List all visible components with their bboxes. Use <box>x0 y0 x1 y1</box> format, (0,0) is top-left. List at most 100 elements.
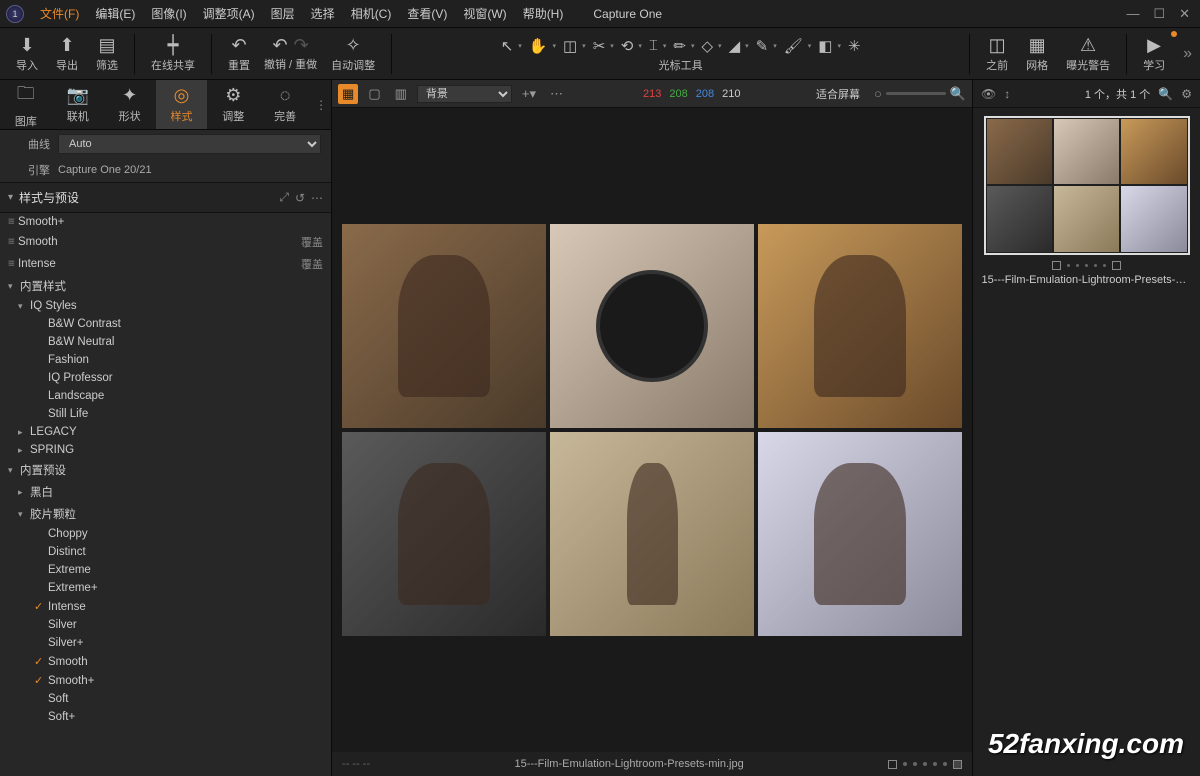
tabs-more-icon[interactable]: ⋮ <box>311 80 331 129</box>
thumb-rating[interactable] <box>1052 261 1121 270</box>
menu-select[interactable]: 选择 <box>303 5 343 22</box>
preset-item[interactable]: ✓Smooth <box>0 652 331 671</box>
panel-more-icon[interactable]: ⋯ <box>311 191 323 205</box>
fit-screen-label[interactable]: 适合屏幕 <box>816 86 860 102</box>
preset-item[interactable]: Choppy <box>0 525 331 543</box>
tab-styles[interactable]: ◎样式 <box>156 80 208 129</box>
preset-item[interactable]: Silver <box>0 616 331 634</box>
browser-toolbar: 👁 ↕ 1 个，共 1 个 🔍 ⚙ <box>973 80 1200 108</box>
settings-icon[interactable]: ⚙ <box>1181 87 1192 101</box>
menu-edit[interactable]: 编辑(E) <box>87 5 143 22</box>
preset-item[interactable]: ✓Smooth+ <box>0 671 331 690</box>
exposure-warning-button[interactable]: ⚠曝光警告 <box>1058 33 1118 75</box>
search-icon[interactable]: 🔍 <box>1158 87 1173 101</box>
preset-item[interactable]: ≡Intense覆盖 <box>0 253 331 275</box>
heal-tool-icon[interactable]: ◇ <box>699 35 717 57</box>
view-mode-single-icon[interactable]: ▢ <box>364 84 384 104</box>
tree-group-legacy[interactable]: ▸LEGACY <box>0 423 331 441</box>
view-mode-multi-icon[interactable]: ▥ <box>391 84 411 104</box>
rotate-tool-icon[interactable]: ⟲ <box>618 35 637 57</box>
style-item[interactable]: Landscape <box>0 387 331 405</box>
view-mode-grid-icon[interactable]: ▦ <box>338 84 358 104</box>
minimize-button[interactable]: — <box>1126 6 1139 22</box>
redo-button[interactable]: ↷ <box>294 35 309 56</box>
style-item[interactable]: Still Life <box>0 405 331 423</box>
menu-file[interactable]: 文件(F) <box>32 5 87 22</box>
eyedropper-tool-icon[interactable]: ✎ <box>753 35 772 57</box>
rgb-b: 208 <box>696 88 714 100</box>
tab-library[interactable]: 🗀图库 <box>0 80 52 129</box>
preset-item[interactable]: ✓Intense <box>0 597 331 616</box>
style-item[interactable]: Fashion <box>0 351 331 369</box>
tree-group-iq-styles[interactable]: ▾IQ Styles <box>0 297 331 315</box>
menu-help[interactable]: 帮助(H) <box>515 5 572 22</box>
reset-button[interactable]: ↶重置 <box>220 33 258 75</box>
process-icon[interactable]: ✳ <box>845 35 864 57</box>
tab-adjust[interactable]: ⚙调整 <box>207 80 259 129</box>
tree-group-builtin-presets[interactable]: ▾内置预设 <box>0 459 331 481</box>
tree-group-builtin-styles[interactable]: ▾内置样式 <box>0 275 331 297</box>
tree-group-bw[interactable]: ▸黑白 <box>0 481 331 503</box>
menu-camera[interactable]: 相机(C) <box>343 5 400 22</box>
panel-reset-icon[interactable]: ↺ <box>295 191 305 205</box>
mask-tool-icon[interactable]: ◢ <box>726 35 744 57</box>
thumb-filename: 15---Film-Emulation-Lightroom-Presets-mi… <box>982 274 1192 286</box>
style-item[interactable]: IQ Professor <box>0 369 331 387</box>
image-viewer[interactable] <box>332 108 972 752</box>
eraser-tool-icon[interactable]: ◧ <box>815 35 835 57</box>
menu-adjust[interactable]: 调整项(A) <box>195 5 263 22</box>
close-button[interactable]: ✕ <box>1179 6 1190 22</box>
tab-refine[interactable]: ◌完善 <box>259 80 311 129</box>
maximize-button[interactable]: ☐ <box>1153 6 1165 22</box>
undo-button[interactable]: ↶ <box>272 35 287 56</box>
menu-view[interactable]: 查看(V) <box>399 5 455 22</box>
preset-item[interactable]: Extreme <box>0 561 331 579</box>
style-item[interactable]: B&W Contrast <box>0 315 331 333</box>
tab-shape[interactable]: ✦形状 <box>104 80 156 129</box>
eye-icon[interactable]: 👁 <box>981 87 996 101</box>
layer-select[interactable]: 背景 <box>417 85 512 103</box>
chevron-down-icon: ▾ <box>8 192 13 203</box>
panel-expand-icon[interactable]: ⤢ <box>279 190 289 205</box>
thumbnail[interactable] <box>984 116 1190 255</box>
style-item[interactable]: B&W Neutral <box>0 333 331 351</box>
loupe-tool-icon[interactable]: ◫ <box>560 35 580 57</box>
preset-item[interactable]: ≡Smooth+ <box>0 213 331 231</box>
preset-item[interactable]: Soft+ <box>0 708 331 726</box>
zoom-out-icon[interactable]: ○ <box>874 86 882 101</box>
spot-tool-icon[interactable]: ✏ <box>670 35 689 57</box>
brush-tool-icon[interactable]: 🖌 <box>781 35 806 57</box>
preset-item[interactable]: Soft <box>0 690 331 708</box>
share-button[interactable]: ┿在线共享 <box>143 33 203 75</box>
zoom-slider[interactable] <box>886 92 946 95</box>
menu-image[interactable]: 图像(I) <box>143 5 194 22</box>
filter-button[interactable]: ▤筛选 <box>88 33 126 75</box>
import-button[interactable]: ⬇导入 <box>8 33 46 75</box>
export-button[interactable]: ⬆导出 <box>48 33 86 75</box>
keystone-tool-icon[interactable]: ⌶ <box>646 35 661 56</box>
learn-button[interactable]: ▶学习 <box>1135 33 1173 75</box>
layer-more-icon[interactable]: ⋯ <box>546 84 567 104</box>
styles-panel-header[interactable]: ▾ 样式与预设 ⤢ ↺ ⋯ <box>0 182 331 213</box>
tree-group-film-grain[interactable]: ▾胶片颗粒 <box>0 503 331 525</box>
menu-window[interactable]: 视窗(W) <box>455 5 514 22</box>
rating-dots[interactable] <box>888 760 962 769</box>
grid-button[interactable]: ▦网格 <box>1018 33 1056 75</box>
sort-icon[interactable]: ↕ <box>1004 87 1010 101</box>
preset-item[interactable]: Distinct <box>0 543 331 561</box>
zoom-in-icon[interactable]: 🔍 <box>950 86 966 102</box>
tree-group-spring[interactable]: ▸SPRING <box>0 441 331 459</box>
hand-tool-icon[interactable]: ✋ <box>526 35 551 57</box>
curve-select[interactable]: Auto <box>58 134 321 154</box>
preset-item[interactable]: Extreme+ <box>0 579 331 597</box>
preset-item[interactable]: ≡Smooth覆盖 <box>0 231 331 253</box>
tab-tether[interactable]: 📷联机 <box>52 80 104 129</box>
pointer-tool-icon[interactable]: ↖ <box>498 35 517 57</box>
add-layer-icon[interactable]: +▾ <box>518 84 540 104</box>
preset-item[interactable]: Silver+ <box>0 634 331 652</box>
before-after-button[interactable]: ◫之前 <box>978 33 1016 75</box>
crop-tool-icon[interactable]: ✂ <box>590 35 609 57</box>
menu-layer[interactable]: 图层 <box>263 5 303 22</box>
toolbar-overflow-icon[interactable]: » <box>1183 45 1192 63</box>
auto-adjust-button[interactable]: ✧自动调整 <box>323 33 383 75</box>
